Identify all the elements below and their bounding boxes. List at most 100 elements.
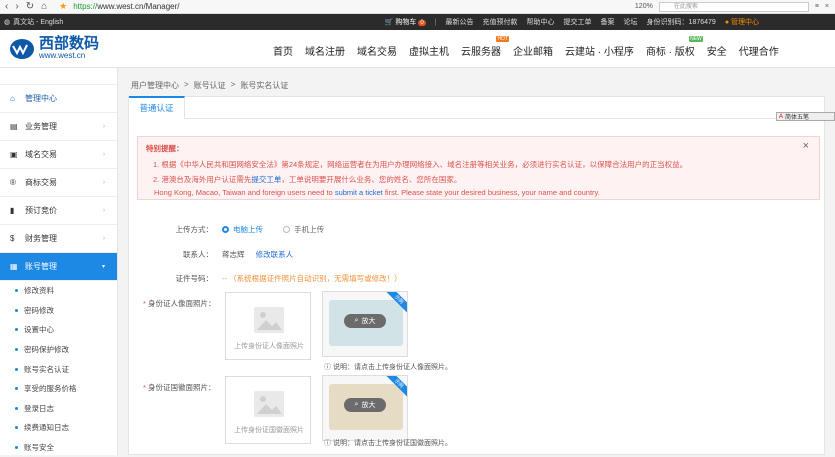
back-tip-text: 说明：请点击上传身份证国徽面照片。 xyxy=(332,440,452,447)
sidebar-label: 预订竞价 xyxy=(25,206,57,215)
cart-link[interactable]: 🛒 购物车 0 xyxy=(385,17,426,27)
contact-row: 蒋志辉 修改联系人 xyxy=(222,249,293,260)
topbar-link-icp[interactable]: 备案 xyxy=(601,17,615,27)
reload-icon[interactable]: ↻ xyxy=(26,1,34,12)
menu-home[interactable]: 首页 xyxy=(273,43,293,58)
account-icon: ▦ xyxy=(10,262,18,271)
menu-security[interactable]: 安全 xyxy=(707,43,727,58)
sidebar-subitem-renew-log[interactable]: 续费通知日志 xyxy=(0,418,117,438)
browser-search-box[interactable]: 在此搜索 xyxy=(658,1,809,12)
sidebar-subitem-login-log[interactable]: 登录日志 xyxy=(0,399,117,419)
magnifier-icon: ⌕ xyxy=(354,317,359,324)
front-photo-upload[interactable]: 上传身份证人像面照片 xyxy=(225,292,311,360)
sidebar-item-trademark[interactable]: ® 商标交易 › xyxy=(0,169,117,197)
menu-cloud-server[interactable]: 云服务器 HOT xyxy=(461,36,509,58)
subitem-label: 设置中心 xyxy=(24,325,54,335)
sidebar-item-business[interactable]: ▤ 业务管理 › xyxy=(0,113,117,141)
sidebar-item-admin[interactable]: ⌂ 管理中心 xyxy=(0,85,117,113)
sidebar-label: 商标交易 xyxy=(25,178,57,187)
close-icon[interactable]: × xyxy=(825,3,829,10)
sidebar-item-bidding[interactable]: ▮ 预订竞价 › xyxy=(0,197,117,225)
submit-ticket-link[interactable]: 提交工单 xyxy=(251,175,281,184)
zoom-button[interactable]: ⌕ 放大 xyxy=(344,398,386,412)
language-switch[interactable]: 真文站 - English xyxy=(13,17,63,27)
subitem-label: 账号安全 xyxy=(24,443,54,453)
admin-label: 管理中心 xyxy=(731,19,759,26)
back-photo-label: * 身份证国徽面照片： xyxy=(143,382,216,393)
bookmark-star-icon[interactable]: ★ xyxy=(59,1,67,12)
back-icon[interactable]: ‹ xyxy=(5,1,8,12)
back-photo-label-text: 身份证国徽面照片： xyxy=(148,383,216,392)
admin-link[interactable]: ● 管理中心 xyxy=(725,17,759,27)
zoom-level[interactable]: 120% xyxy=(635,3,653,10)
sidebar-subitem-settings[interactable]: 设置中心 xyxy=(0,320,117,340)
sidebar-subitem-pwd-protect[interactable]: 密码保护修改 xyxy=(0,340,117,360)
menu-vhost[interactable]: 虚拟主机 xyxy=(409,43,449,58)
edit-contact-link[interactable]: 修改联系人 xyxy=(256,250,294,259)
logo[interactable]: 西部数码 www.west.cn xyxy=(9,36,99,60)
image-placeholder-icon xyxy=(254,391,284,417)
menu-domain-trade[interactable]: 域名交易 xyxy=(357,43,397,58)
tab-normal-auth[interactable]: 普通认证 xyxy=(129,96,185,119)
menu-site-builder[interactable]: 云建站 · 小程序 xyxy=(565,43,634,58)
back-sample-image[interactable]: ⌕ 放大 示例 xyxy=(322,375,408,441)
sidebar-item-account[interactable]: ▦ 账号管理 ▾ xyxy=(0,253,117,281)
menu-domain-register[interactable]: 域名注册 xyxy=(305,43,345,58)
menu-trademark[interactable]: 商标 · 版权 NEW xyxy=(646,36,703,58)
notice-close-icon[interactable]: × xyxy=(803,140,809,152)
subitem-label: 账号实名认证 xyxy=(24,364,69,374)
sidebar-label: 业务管理 xyxy=(25,122,57,131)
front-sample-image[interactable]: ⌕ 放大 示例 xyxy=(322,291,408,357)
contact-name: 蒋志辉 xyxy=(222,250,245,259)
sidebar-label: 财务管理 xyxy=(25,234,57,243)
home-icon[interactable]: ⌂ xyxy=(41,1,47,12)
topbar-link-forum[interactable]: 论坛 xyxy=(624,17,638,27)
zoom-button[interactable]: ⌕ 放大 xyxy=(344,314,386,328)
back-photo-upload[interactable]: 上传身份证国徽面照片 xyxy=(225,376,311,444)
url-scheme: https:// xyxy=(73,2,98,11)
menu-icon[interactable]: ≡ xyxy=(815,3,819,10)
sidebar-item-finance[interactable]: $ 财务管理 › xyxy=(0,225,117,253)
breadcrumb: 用户管理中心 > 账号认证 > 账号实名认证 xyxy=(131,80,288,91)
sidebar-subitem-realname[interactable]: 账号实名认证 xyxy=(0,359,117,379)
menu-agent[interactable]: 代理合作 xyxy=(739,43,779,58)
bullet xyxy=(15,289,18,293)
main-panel: 普通认证 特别提醒： 1. 根据《中华人民共和国网络安全法》第24条规定，网络运… xyxy=(128,96,826,455)
ime-label: 简体五笔 xyxy=(785,115,810,121)
tab-bar: 普通认证 xyxy=(129,96,826,119)
site-header: 西部数码 www.west.cn 首页 域名注册 域名交易 虚拟主机 云服务器 H… xyxy=(0,30,835,68)
front-photo-label-text: 身份证人像面照片： xyxy=(148,299,216,308)
chevron-icon: › xyxy=(103,207,105,214)
subitem-label: 修改资料 xyxy=(24,286,54,296)
sidebar-subitem-profile[interactable]: 修改资料 xyxy=(0,281,117,301)
info-icon: ⓘ xyxy=(324,440,331,447)
magnifier-icon: ⌕ xyxy=(354,401,359,408)
required-star: * xyxy=(143,383,146,392)
menu-mail[interactable]: 企业邮箱 xyxy=(513,43,553,58)
sidebar-subitem-prices[interactable]: 享受的服务价格 xyxy=(0,379,117,399)
brand-domain: www.west.cn xyxy=(39,51,86,60)
bullet xyxy=(15,406,18,410)
sidebar-item-domain-trade[interactable]: ▣ 域名交易 › xyxy=(0,141,117,169)
topbar-link-help[interactable]: 帮助中心 xyxy=(527,17,555,27)
forward-icon[interactable]: › xyxy=(15,1,18,12)
topbar-link-ticket[interactable]: 提交工单 xyxy=(564,17,592,27)
ime-floating-button[interactable]: A 简体五笔 xyxy=(776,112,835,121)
address-bar[interactable]: https://www.west.cn/Manager/ xyxy=(73,2,179,11)
radio-label: 手机上传 xyxy=(294,225,325,234)
breadcrumb-home[interactable]: 用户管理中心 xyxy=(131,80,179,91)
sidebar-subitem-password[interactable]: 密码修改 xyxy=(0,301,117,321)
submit-ticket-en-link[interactable]: submit a ticket xyxy=(335,188,383,197)
topbar-link-recharge[interactable]: 充值预付款 xyxy=(483,17,518,27)
bullet xyxy=(15,387,18,391)
user-id: 身份识别码：1876479 xyxy=(647,17,716,27)
chevron-icon: › xyxy=(103,151,105,158)
sidebar-subitem-security[interactable]: 账号安全 xyxy=(0,438,117,457)
domain-icon: ▣ xyxy=(10,150,18,159)
breadcrumb-account[interactable]: 账号认证 xyxy=(194,80,226,91)
radio-mobile-upload[interactable]: 手机上传 xyxy=(283,224,324,235)
site-topbar: ◍ 真文站 - English 🛒 购物车 0 | 最新公告 充值预付款 帮助中心 … xyxy=(0,14,835,30)
topbar-link-notice[interactable]: 最新公告 xyxy=(446,17,474,27)
radio-pc-upload[interactable]: 电脑上传 xyxy=(222,224,263,235)
finance-icon: $ xyxy=(10,234,15,243)
